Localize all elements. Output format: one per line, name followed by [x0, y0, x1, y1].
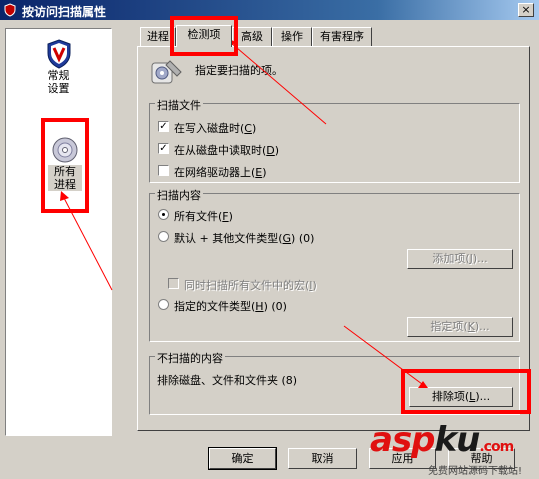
checkbox-on-read[interactable]: ✓ — [158, 143, 169, 154]
annotation-box-exclusions — [401, 369, 531, 414]
header-text: 指定要扫描的项。 — [195, 64, 283, 77]
watermark-tagline: 免费网站源码下载站! — [428, 466, 523, 477]
left-nav-pane: 常规 设置 所有 进程 — [5, 28, 112, 436]
label-specified-types: 指定的文件类型(H) (0) — [174, 300, 287, 313]
checkbox-network-drives[interactable] — [158, 165, 169, 176]
radio-default-types[interactable] — [158, 231, 169, 242]
label-scan-macros: 同时扫描所有文件中的宏(I) — [184, 279, 317, 292]
radio-all-files[interactable] — [158, 209, 169, 220]
label-default-types: 默认 + 其他文件类型(G) (0) — [174, 232, 315, 245]
group-title-scan-files: 扫描文件 — [155, 97, 203, 113]
checkbox-on-write[interactable]: ✓ — [158, 121, 169, 132]
title-bar: 按访问扫描属性 × — [0, 0, 539, 20]
window-title: 按访问扫描属性 — [22, 5, 107, 19]
scan-items-icon — [151, 60, 182, 84]
tab-advanced[interactable]: 高级 — [232, 27, 272, 47]
annotation-box-nav — [41, 118, 89, 213]
group-title-exclusions: 不扫描的内容 — [155, 350, 225, 366]
shield-icon — [4, 3, 16, 17]
specify-items-button[interactable]: 指定项(K)... — [407, 317, 513, 337]
add-items-button[interactable]: 添加项(J)... — [407, 249, 513, 269]
radio-specified-types[interactable] — [158, 299, 169, 310]
cancel-button[interactable]: 取消 — [288, 448, 357, 469]
label-network-drives: 在网络驱动器上(E) — [174, 166, 267, 179]
watermark-logo: aspku.com — [370, 420, 514, 460]
nav-item-general-settings[interactable]: 常规 设置 — [6, 39, 111, 95]
annotation-box-tab — [170, 16, 238, 56]
group-title-scan-content: 扫描内容 — [155, 187, 203, 203]
checkbox-scan-macros[interactable] — [168, 278, 179, 289]
nav-label-line2: 设置 — [47, 82, 70, 95]
label-on-read: 在从磁盘中读取时(D) — [174, 144, 280, 157]
exclusions-summary: 排除磁盘、文件和文件夹 (8) — [157, 374, 298, 387]
label-on-write: 在写入磁盘时(C) — [174, 122, 257, 135]
nav-label-line1: 常规 — [47, 69, 70, 82]
tab-unwanted-programs[interactable]: 有害程序 — [312, 27, 372, 47]
watermark: aspku.com 免费网站源码下载站! — [362, 420, 537, 478]
mcafee-shield-icon — [47, 39, 70, 69]
label-all-files: 所有文件(F) — [174, 210, 233, 223]
ok-button[interactable]: 确定 — [208, 447, 277, 470]
close-button[interactable]: × — [518, 3, 534, 17]
tab-actions[interactable]: 操作 — [272, 27, 312, 47]
